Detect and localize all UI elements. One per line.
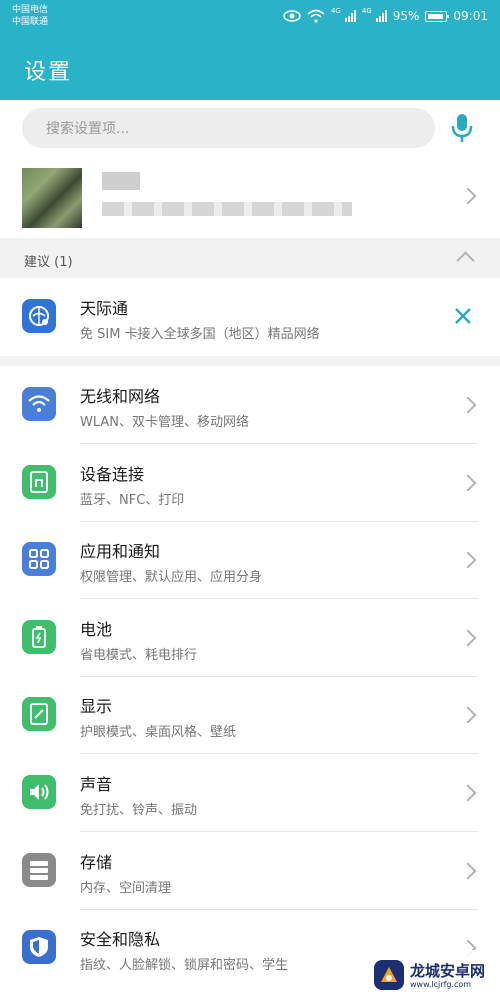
settings-item-subtitle: 蓝牙、NFC、打印 [80, 492, 185, 508]
settings-item-title: 安全和隐私 [80, 930, 161, 950]
signal-icon-2 [375, 10, 387, 22]
battery-icon [22, 619, 56, 654]
settings-item-subtitle: 指纹、人脸解锁、锁屏和密码、学生 [80, 958, 289, 974]
chevron-right-icon [459, 396, 477, 414]
carrier-labels: 中国电信 中国联通 [12, 4, 48, 28]
avatar [22, 168, 82, 228]
wifi-icon [22, 387, 56, 421]
chevron-right-icon [459, 784, 477, 802]
settings-item-subtitle: 免打扰、铃声、振动 [80, 803, 198, 818]
settings-item-title: 无线和网络 [80, 387, 161, 406]
chevron-up-icon[interactable] [456, 251, 475, 270]
skytone-icon [22, 299, 56, 333]
chevron-right-icon [459, 187, 477, 205]
microphone-icon[interactable] [449, 112, 475, 144]
settings-item-device-connect[interactable]: 设备连接蓝牙、NFC、打印 [0, 444, 500, 522]
settings-item-subtitle: 护眼模式、桌面风格、壁纸 [80, 725, 237, 741]
chevron-right-icon [459, 629, 477, 647]
suggestion-title: 天际通 [80, 299, 129, 318]
section-divider [0, 356, 500, 366]
signal-icon-1 [344, 10, 356, 22]
wifi-status-icon [307, 9, 325, 23]
page-title: 设置 [24, 60, 73, 85]
settings-item-title: 存储 [80, 852, 113, 872]
battery-percent: 95% [392, 9, 420, 23]
carrier-2: 中国联通 [12, 17, 49, 27]
account-details-redacted [102, 202, 352, 216]
settings-item-display[interactable]: 显示护眼模式、桌面风格、壁纸 [0, 676, 500, 755]
sound-icon [22, 775, 56, 809]
watermark-logo [374, 960, 404, 990]
watermark-url: www.lcjrfg.com [410, 979, 472, 989]
settings-item-wifi[interactable]: 无线和网络 WLAN、双卡管理、移动网络 [0, 366, 500, 444]
battery-status-icon [425, 10, 450, 22]
account-row[interactable] [0, 158, 500, 234]
settings-item-battery[interactable]: 电池省电模式、耗电排行 [0, 599, 500, 677]
watermark-name: 龙城安卓网 [410, 961, 486, 980]
settings-item-subtitle: 内存、空间清理 [80, 880, 172, 896]
settings-item-title: 显示 [80, 697, 113, 717]
account-name-redacted [102, 172, 140, 190]
suggestions-label: 建议 (1) [24, 255, 73, 270]
settings-item-subtitle: WLAN、双卡管理、移动网络 [80, 415, 250, 430]
settings-item-title: 应用和通知 [80, 542, 161, 562]
settings-item-apps[interactable]: 应用和通知权限管理、默认应用、应用分身 [0, 521, 500, 600]
shield-icon [22, 930, 56, 965]
search-input[interactable]: 搜索设置项... [22, 108, 435, 148]
device-connect-icon [22, 464, 56, 499]
suggestion-subtitle: 免 SIM 卡接入全球多国（地区）精品网络 [80, 327, 320, 342]
search-placeholder: 搜索设置项... [46, 121, 130, 137]
suggestions-header[interactable]: 建议 (1) [0, 238, 500, 278]
display-icon [22, 697, 56, 732]
settings-item-sound[interactable]: 声音免打扰、铃声、振动 [0, 754, 500, 832]
eye-comfort-icon [283, 10, 301, 22]
settings-item-storage[interactable]: 存储 内存、空间清理 [0, 832, 500, 910]
carrier-1: 中国电信 [12, 5, 49, 15]
settings-item-subtitle: 权限管理、默认应用、应用分身 [80, 570, 263, 586]
chevron-right-icon [459, 551, 477, 569]
status-bar: 中国电信 中国联通 4G 4G 95% 09:01 [0, 0, 500, 36]
settings-item-title: 电池 [80, 619, 113, 639]
network-type-1: 4G [330, 7, 341, 15]
watermark: 龙城安卓网 www.lcjrfg.com [372, 950, 500, 1000]
chevron-right-icon [459, 862, 477, 880]
status-icons: 4G 4G 95% 09:01 [283, 7, 488, 23]
settings-item-title: 声音 [80, 775, 113, 794]
chevron-right-icon [459, 706, 477, 724]
app-header: 中国电信 中国联通 4G 4G 95% 09:01 设置 [0, 0, 500, 100]
settings-item-subtitle: 省电模式、耗电排行 [80, 647, 198, 663]
settings-item-title: 设备连接 [80, 464, 145, 484]
chevron-right-icon [459, 474, 477, 492]
close-icon[interactable] [452, 305, 474, 327]
storage-icon [22, 852, 56, 887]
clock: 09:01 [453, 9, 488, 23]
apps-icon [22, 542, 56, 577]
network-type-2: 4G [361, 7, 372, 15]
suggestion-item[interactable]: 天际通 免 SIM 卡接入全球多国（地区）精品网络 [0, 278, 500, 356]
